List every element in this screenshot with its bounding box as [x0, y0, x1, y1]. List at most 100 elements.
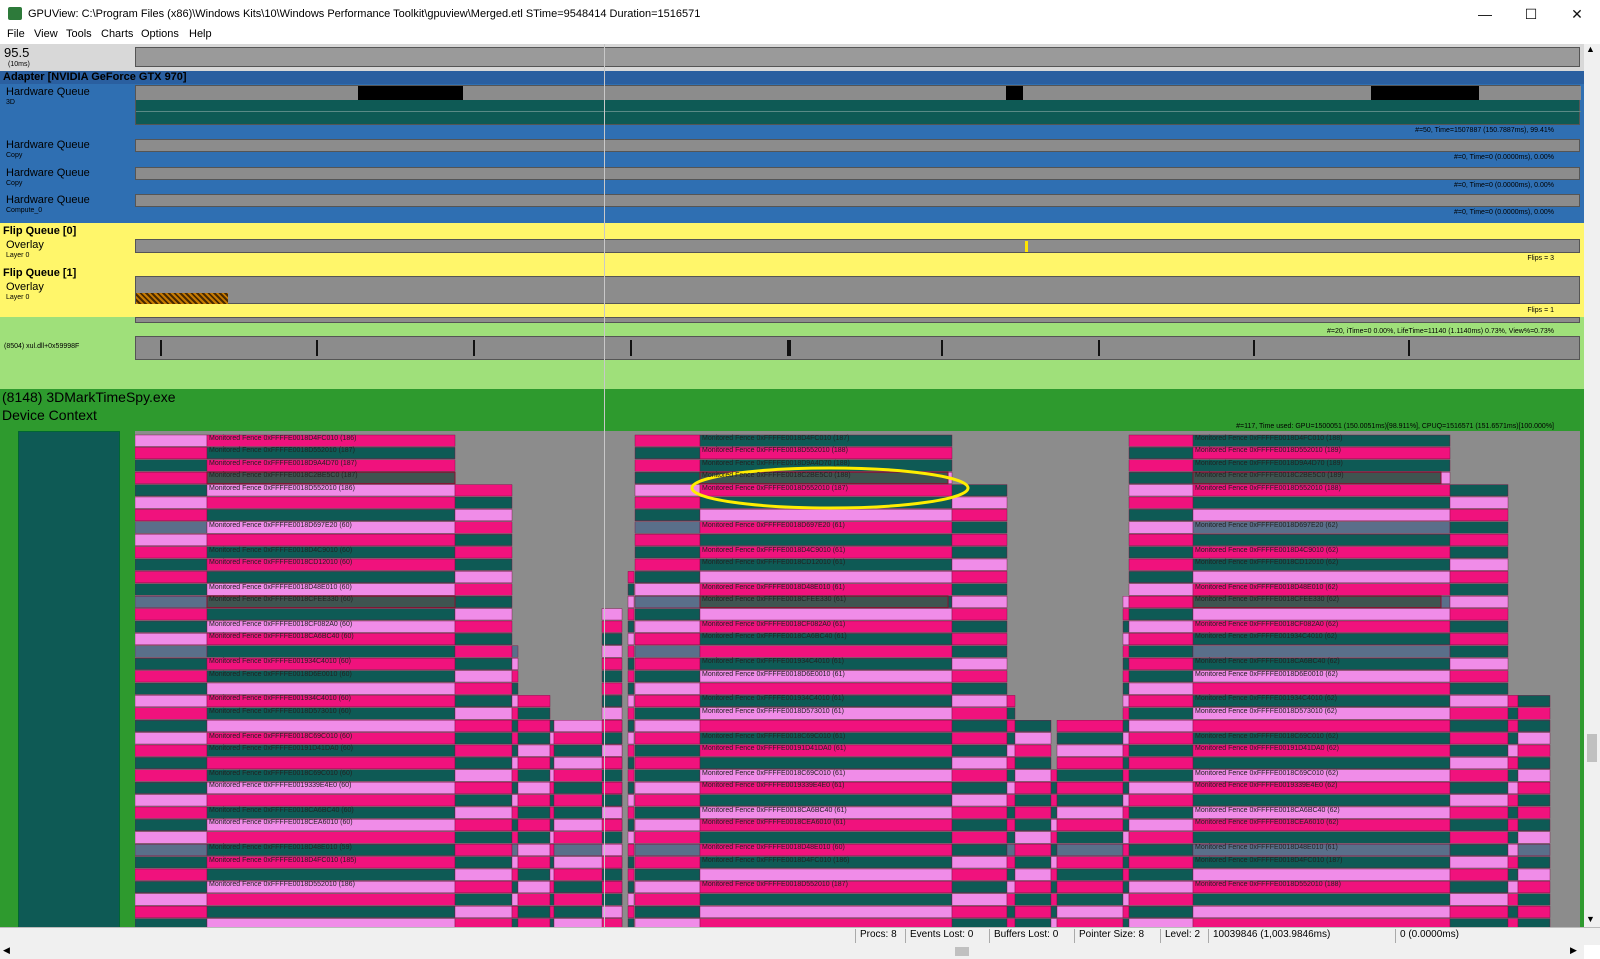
fence-label: Monitored Fence 0xFFFFE00191D41DA0 (60) — [209, 745, 353, 752]
queue-track-copy-1[interactable] — [135, 139, 1580, 152]
fence-label: Monitored Fence 0xFFFFE0018C69C010 (62) — [1195, 732, 1339, 740]
thread-event-mark[interactable] — [316, 340, 318, 356]
scroll-right-icon[interactable]: ▶ — [1570, 945, 1577, 956]
fence-label: Monitored Fence 0xFFFFE0018C69C010 (61) — [702, 769, 846, 777]
window-title: GPUView: C:\Program Files (x86)\Windows … — [28, 8, 701, 20]
fence-label: Monitored Fence 0xFFFFE0018C69C010 (60) — [209, 769, 353, 777]
time-ruler: 95.5 (10ms) — [0, 44, 1584, 71]
fence-label: Monitored Fence 0xFFFFE0018CFEE330 (60) — [209, 596, 353, 604]
queue-track-compute[interactable] — [135, 194, 1580, 207]
thread-track[interactable] — [135, 336, 1580, 360]
fence-label: Monitored Fence 0xFFFFE0018D9A4D70 (189) — [1195, 459, 1343, 467]
status-events-lost: Events Lost: 0 — [905, 929, 973, 943]
hscroll-thumb[interactable] — [955, 947, 969, 956]
fence-label: Monitored Fence 0xFFFFE0018CD12010 (61) — [702, 559, 846, 566]
thread-marker-track — [135, 317, 1580, 323]
fence-label: Monitored Fence 0xFFFFE0018CF082A0 (62) — [1195, 621, 1339, 628]
flip-queue-0-section: Flip Queue [0] Overlay Layer 0 Flips = 3 — [0, 223, 1584, 265]
thread-event-mark[interactable] — [787, 340, 791, 356]
flip-queue-1-title: Flip Queue [1] — [3, 267, 77, 279]
menu-view[interactable]: View — [34, 28, 58, 40]
queue-sub-compute: Compute_0 — [6, 207, 43, 214]
thread-event-mark[interactable] — [160, 340, 162, 356]
fence-label: Monitored Fence 0xFFFFE0019339E4E0 (62) — [1195, 782, 1338, 790]
fence-label: Monitored Fence 0xFFFFE0018D697E20 (62) — [1195, 521, 1338, 529]
scroll-left-icon[interactable]: ◀ — [3, 945, 10, 956]
queue-stat-3d: #=50, Time=1507887 (150.7887ms), 99.41% — [1415, 127, 1554, 134]
menu-file[interactable]: File — [7, 28, 25, 40]
fence-label: Monitored Fence 0xFFFFE0018D4FC010 (187) — [702, 435, 850, 442]
flip-queue-0-track[interactable] — [135, 239, 1580, 253]
queue-track-copy-2[interactable] — [135, 167, 1580, 180]
fence-label: Monitored Fence 0xFFFFE0018D552010 (187) — [702, 881, 848, 889]
queue-stat-copy-2: #=0, Time=0 (0.0000ms), 0.00% — [1454, 182, 1554, 189]
scroll-thumb[interactable] — [1587, 734, 1597, 762]
queue-stat-compute: #=0, Time=0 (0.0000ms), 0.00% — [1454, 209, 1554, 216]
fence-label: Monitored Fence 0xFFFFE0018D48E010 (60) — [702, 844, 845, 852]
thread-event-mark[interactable] — [1408, 340, 1410, 356]
status-pointer-size: Pointer Size: 8 — [1074, 929, 1144, 943]
fence-label: Monitored Fence 0xFFFFE0018D4FC010 (186) — [209, 435, 357, 442]
process-stat: #=117, Time used: GPU=1500051 (150.0051m… — [1236, 423, 1554, 430]
fence-label: Monitored Fence 0xFFFFE0018CF082A0 (60) — [209, 621, 353, 628]
queue-label-copy-1: Hardware Queue — [6, 139, 90, 151]
close-button[interactable]: ✕ — [1554, 0, 1600, 28]
fence-label: Monitored Fence 0xFFFFE0018CFEE330 (62) — [1195, 596, 1339, 604]
fence-label: Monitored Fence 0xFFFFE0018D9A4D70 (188) — [702, 459, 850, 467]
flip-queue-1-sub: Layer 0 — [6, 294, 30, 301]
fence-label: Monitored Fence 0xFFFFE001934C4010 (61) — [702, 695, 845, 703]
fence-label: Monitored Fence 0xFFFFE0018D552010 (189) — [1195, 447, 1341, 455]
zoom-unit: (10ms) — [8, 61, 30, 68]
minimize-button[interactable]: — — [1462, 0, 1508, 28]
status-bar: Procs: 8 Events Lost: 0 Buffers Lost: 0 … — [0, 927, 1600, 945]
time-cursor[interactable] — [604, 44, 605, 927]
scroll-down-icon[interactable]: ▼ — [1586, 914, 1595, 924]
flip-queue-0-stat: Flips = 3 — [1527, 255, 1554, 262]
menu-help[interactable]: Help — [189, 28, 212, 40]
thread-event-mark[interactable] — [1253, 340, 1255, 356]
adapter-section: Adapter [NVIDIA GeForce GTX 970] Hardwar… — [0, 71, 1584, 223]
thread-label: (8504) xul.dll+0x59998F — [4, 343, 80, 350]
fence-label: Monitored Fence 0xFFFFE0018D697E20 (60) — [209, 521, 352, 529]
queue-sub-copy-2: Copy — [6, 180, 23, 187]
thread-event-mark[interactable] — [473, 340, 475, 356]
fence-label: Monitored Fence 0xFFFFE0018D697E20 (61) — [702, 521, 845, 529]
thread-event-mark[interactable] — [1098, 340, 1100, 356]
fence-label: Monitored Fence 0xFFFFE0018D48E010 (60) — [209, 583, 352, 591]
fence-label: Monitored Fence 0xFFFFE0018C69C010 (62) — [1195, 769, 1339, 777]
fence-label: Monitored Fence 0xFFFFE0018CA6BC40 (61) — [702, 807, 847, 814]
fence-label: Monitored Fence 0xFFFFE0018D4FC010 (188) — [1195, 435, 1343, 442]
flip-queue-1-track[interactable] — [135, 276, 1580, 304]
fence-label: Monitored Fence 0xFFFFE0018D48E010 (59) — [209, 844, 352, 852]
fence-label: Monitored Fence 0xFFFFE0018D4FC010 (187) — [1195, 856, 1343, 864]
vertical-scrollbar[interactable]: ▲ ▼ — [1584, 44, 1600, 927]
fence-label: Monitored Fence 0xFFFFE0018D552010 (187) — [702, 484, 848, 492]
fence-area[interactable]: Monitored Fence 0xFFFFE0018D4FC010 (186)… — [135, 431, 1580, 927]
title-bar: GPUView: C:\Program Files (x86)\Windows … — [0, 0, 1600, 28]
fence-label: Monitored Fence 0xFFFFE001934C4010 (62) — [1195, 633, 1338, 641]
maximize-button[interactable]: ☐ — [1508, 0, 1554, 28]
flip-entry[interactable] — [136, 293, 228, 304]
fence-label: Monitored Fence 0xFFFFE0018CEA6010 (61) — [702, 819, 846, 827]
flip-queue-1-stat: Flips = 1 — [1527, 307, 1554, 314]
thread-event-mark[interactable] — [941, 340, 943, 356]
thread-event-mark[interactable] — [630, 340, 632, 356]
scroll-up-icon[interactable]: ▲ — [1586, 44, 1595, 54]
flip-queue-1-label: Overlay — [6, 281, 44, 293]
queue-track-3d[interactable] — [135, 85, 1581, 125]
flip-queue-1-section: Flip Queue [1] Overlay Layer 0 Flips = 1 — [0, 265, 1584, 317]
status-procs: Procs: 8 — [855, 929, 897, 943]
timeline-view[interactable]: 95.5 (10ms) Adapter [NVIDIA GeForce GTX … — [0, 44, 1584, 927]
process-title: (8148) 3DMarkTimeSpy.exe — [2, 389, 176, 405]
ruler-track — [135, 47, 1580, 67]
horizontal-scrollbar[interactable]: ◀ ▶ — [0, 944, 1584, 959]
fence-label: Monitored Fence 0xFFFFE0019339E4E0 (61) — [702, 782, 845, 790]
queue-stat-copy-1: #=0, Time=0 (0.0000ms), 0.00% — [1454, 154, 1554, 161]
app-icon — [8, 7, 22, 20]
fence-label: Monitored Fence 0xFFFFE0018D573010 (60) — [209, 707, 352, 715]
menu-options[interactable]: Options — [141, 28, 179, 40]
fence-label: Monitored Fence 0xFFFFE0018D552010 (188) — [1195, 881, 1341, 889]
menu-tools[interactable]: Tools — [66, 28, 92, 40]
menu-charts[interactable]: Charts — [101, 28, 133, 40]
queue-sub-3d: 3D — [6, 99, 15, 106]
